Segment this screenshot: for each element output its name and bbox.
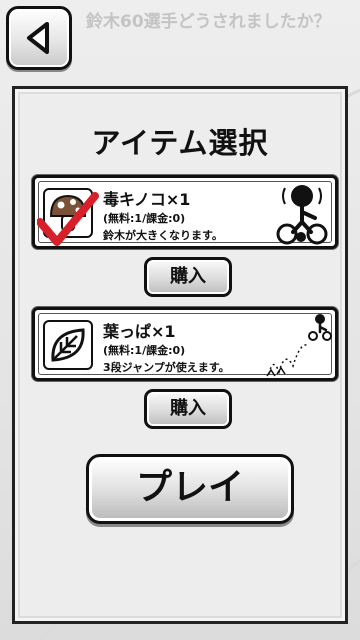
play-button[interactable]: プレイ <box>86 454 294 524</box>
item-description: 鈴木が大きくなります。 <box>103 229 223 242</box>
item-count: (無料:1/課金:0) <box>103 344 186 357</box>
leaf-icon <box>43 320 93 370</box>
buy-button-poison-mushroom[interactable]: 購入 <box>144 257 232 297</box>
back-arrow-icon <box>27 22 49 54</box>
item-card-poison-mushroom[interactable]: 毒キノコ×1 (無料:1/課金:0) 鈴木が大きくなります。 <box>32 175 338 249</box>
background-stage-title: 鈴木60選手どうされましたか？ <box>86 12 331 32</box>
item-count: (無料:1/課金:0) <box>103 212 186 225</box>
item-name: 葉っぱ×1 <box>103 322 176 341</box>
dialog-title: アイテム選択 <box>91 126 269 160</box>
buy-button-leaf[interactable]: 購入 <box>144 389 232 429</box>
item-card-leaf[interactable]: 葉っぱ×1 (無料:1/課金:0) 3段ジャンプが使えます。 <box>32 307 338 381</box>
big-cyclist-illustration <box>276 185 328 245</box>
dialog-panel: アイテム選択 毒キノコ×1 (無料:1/課金:0) 鈴木が大きくなります。 購入… <box>20 94 340 616</box>
item-name: 毒キノコ×1 <box>103 190 191 209</box>
item-select-dialog: アイテム選択 毒キノコ×1 (無料:1/課金:0) 鈴木が大きくなります。 購入… <box>12 86 348 624</box>
selected-checkmark-icon <box>37 192 99 246</box>
back-button[interactable] <box>6 6 72 70</box>
jumping-cyclist-illustration <box>266 314 332 377</box>
item-description: 3段ジャンプが使えます。 <box>103 361 230 374</box>
